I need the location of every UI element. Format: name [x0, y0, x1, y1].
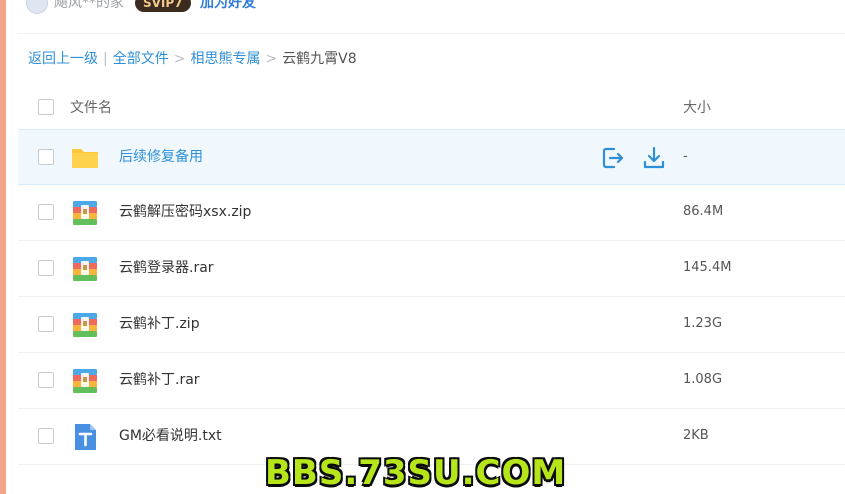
text-file-icon [75, 424, 96, 450]
download-icon[interactable] [641, 145, 667, 171]
column-header-name[interactable]: 文件名 [70, 97, 112, 117]
row-checkbox[interactable] [38, 149, 54, 165]
row-checkbox[interactable] [38, 428, 54, 444]
file-name[interactable]: 云鹤补丁.rar [119, 370, 200, 390]
folder-icon [72, 149, 98, 168]
site-watermark: BBS.73SU.COM [265, 453, 567, 493]
file-size: - [683, 149, 688, 164]
archive-icon [73, 201, 97, 225]
file-size: 86.4M [683, 204, 724, 219]
file-row[interactable]: 云鹤登录器.rar 145.4M [18, 241, 845, 297]
breadcrumb-item-all-files[interactable]: 全部文件 [113, 51, 169, 67]
file-size: 1.08G [683, 372, 723, 387]
breadcrumb-arrow-separator: > [265, 51, 278, 67]
breadcrumb-arrow-separator: > [173, 51, 186, 67]
header-divider [18, 33, 845, 34]
file-name[interactable]: 云鹤解压密码xsx.zip [119, 202, 251, 222]
column-header-size[interactable]: 大小 [683, 97, 711, 117]
file-name[interactable]: 后续修复备用 [119, 147, 203, 167]
svip-badge: SVIP7 [135, 0, 191, 12]
archive-icon [73, 257, 97, 281]
archive-icon [73, 313, 97, 337]
file-size: 2KB [683, 428, 709, 443]
file-size: 145.4M [683, 260, 732, 275]
file-list-header: 文件名 大小 [18, 85, 845, 129]
file-row[interactable]: 云鹤补丁.zip 1.23G [18, 297, 845, 353]
share-owner-header: 飓风**的家 SVIP7 加为好友 [18, 0, 845, 14]
file-size: 1.23G [683, 316, 723, 331]
row-checkbox[interactable] [38, 260, 54, 276]
file-name[interactable]: GM必看说明.txt [119, 426, 222, 446]
left-accent-bar [0, 0, 6, 494]
file-row[interactable]: 云鹤补丁.rar 1.08G [18, 353, 845, 409]
row-checkbox[interactable] [38, 372, 54, 388]
select-all-checkbox[interactable] [38, 99, 54, 115]
add-friend-link[interactable]: 加为好友 [200, 0, 256, 12]
breadcrumb-item-folder[interactable]: 相思熊专属 [190, 51, 260, 67]
archive-icon [73, 369, 97, 393]
breadcrumb-bar-separator: | [103, 51, 108, 67]
row-checkbox[interactable] [38, 204, 54, 220]
breadcrumb-back-link[interactable]: 返回上一级 [28, 51, 98, 67]
file-row-folder[interactable]: 后续修复备用 - [18, 129, 845, 185]
breadcrumb-current: 云鹤九霄V8 [282, 51, 357, 67]
share-icon[interactable] [600, 145, 626, 171]
owner-username[interactable]: 飓风**的家 [54, 0, 124, 12]
row-checkbox[interactable] [38, 316, 54, 332]
avatar[interactable] [26, 0, 48, 14]
breadcrumb: 返回上一级 | 全部文件 > 相思熊专属 > 云鹤九霄V8 [28, 49, 357, 69]
file-name[interactable]: 云鹤登录器.rar [119, 258, 214, 278]
file-name[interactable]: 云鹤补丁.zip [119, 314, 200, 334]
file-row[interactable]: 云鹤解压密码xsx.zip 86.4M [18, 185, 845, 241]
